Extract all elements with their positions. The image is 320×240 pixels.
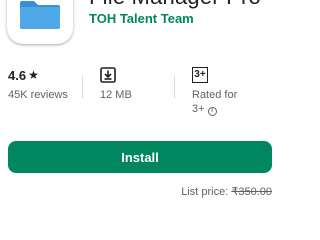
install-button[interactable]: Install xyxy=(8,141,272,173)
rated-age-value: 3+ xyxy=(192,103,205,115)
list-price-label: List price: xyxy=(181,186,232,198)
divider xyxy=(82,76,83,98)
rated-age: 3+ i xyxy=(192,102,237,116)
rated-for-label: Rated for xyxy=(192,89,238,101)
app-size: 12 MB xyxy=(100,89,132,101)
size-stat: 12 MB xyxy=(100,66,132,102)
list-price: List price: ₹350.00 xyxy=(181,185,272,198)
content-rating-stat[interactable]: 3+ Rated for 3+ i xyxy=(192,66,237,116)
rating-value: 4.6 xyxy=(8,67,27,83)
star-icon: ★ xyxy=(28,68,39,82)
content-rating-text: Rated for 3+ i xyxy=(192,88,237,116)
divider xyxy=(174,76,175,98)
app-title: File Manager Pro xyxy=(89,0,261,10)
folder-icon xyxy=(20,1,60,29)
list-price-value: ₹350.00 xyxy=(231,186,272,198)
download-icon xyxy=(100,67,116,83)
developer-link[interactable]: TOH Talent Team xyxy=(89,11,194,26)
rating-stat[interactable]: 4.6 ★ 45K reviews xyxy=(8,66,68,102)
reviews-count: 45K reviews xyxy=(8,89,68,101)
age-rating-badge: 3+ xyxy=(192,67,208,83)
info-icon[interactable]: i xyxy=(207,107,217,116)
app-icon xyxy=(7,0,73,44)
